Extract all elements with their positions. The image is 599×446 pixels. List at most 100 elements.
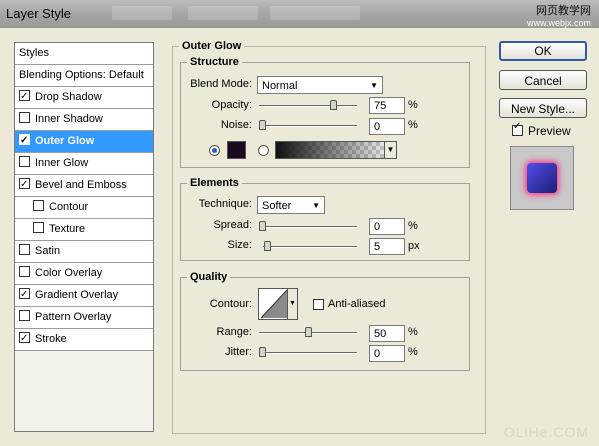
chevron-down-icon[interactable]: ▼	[287, 289, 297, 319]
noise-input[interactable]: 0	[369, 118, 405, 135]
cancel-button[interactable]: Cancel	[499, 70, 587, 90]
contour-picker[interactable]: ▼	[258, 288, 298, 320]
anti-aliased-checkbox[interactable]	[313, 299, 324, 310]
preview-swatch	[527, 163, 557, 193]
layer-style-dialog: Layer Style 网页教学网 www.webjx.com Styles B…	[0, 0, 599, 446]
title-bar-blur	[270, 6, 360, 20]
opacity-input[interactable]: 75	[369, 97, 405, 114]
style-item-label: Stroke	[35, 333, 67, 345]
linear-contour-icon	[260, 289, 288, 319]
style-checkbox[interactable]	[19, 284, 30, 305]
style-checkbox[interactable]	[19, 310, 30, 321]
style-item-label: Bevel and Emboss	[35, 179, 127, 191]
style-item-label: Pattern Overlay	[35, 311, 112, 323]
size-slider-track[interactable]	[263, 246, 357, 248]
style-item-outer-glow[interactable]: Outer Glow	[15, 130, 153, 153]
style-item-contour[interactable]: Contour	[15, 197, 153, 219]
style-checkbox[interactable]	[33, 200, 44, 211]
jitter-unit: %	[408, 346, 418, 358]
opacity-slider-thumb[interactable]	[329, 100, 337, 110]
size-input[interactable]: 5	[369, 238, 405, 255]
style-checkbox[interactable]	[19, 244, 30, 255]
new-style-button[interactable]: New Style...	[499, 98, 587, 118]
style-item-label: Inner Shadow	[35, 113, 103, 125]
technique-label: Technique:	[198, 198, 252, 210]
blending-options-row[interactable]: Blending Options: Default	[15, 65, 153, 87]
spread-input[interactable]: 0	[369, 218, 405, 235]
style-item-inner-glow[interactable]: Inner Glow	[15, 153, 153, 175]
style-checkbox[interactable]	[19, 266, 30, 277]
range-slider-thumb[interactable]	[305, 327, 312, 337]
style-item-satin[interactable]: Satin	[15, 241, 153, 263]
noise-label: Noise:	[220, 119, 252, 131]
opacity-unit: %	[408, 99, 418, 111]
structure-title: Structure	[187, 56, 242, 68]
glow-color-swatch[interactable]	[227, 141, 246, 159]
title-bar: Layer Style 网页教学网 www.webjx.com	[0, 0, 599, 28]
range-label: Range:	[216, 326, 252, 338]
chevron-down-icon: ▼	[370, 81, 378, 90]
technique-select[interactable]: Softer ▼	[257, 196, 325, 214]
spread-slider-track[interactable]	[259, 226, 357, 228]
gradient-radio[interactable]	[258, 145, 269, 156]
chevron-down-icon: ▼	[312, 201, 320, 210]
style-item-color-overlay[interactable]: Color Overlay	[15, 263, 153, 285]
window-title: Layer Style	[6, 6, 72, 21]
elements-title: Elements	[187, 177, 242, 189]
opacity-slider-track[interactable]	[259, 105, 357, 107]
ok-button[interactable]: OK	[499, 41, 587, 61]
style-checkbox[interactable]	[19, 328, 30, 349]
style-item-label: Inner Glow	[35, 157, 89, 169]
gradient-picker[interactable]: ▼	[275, 141, 397, 159]
style-checkbox[interactable]	[33, 222, 44, 233]
style-item-inner-shadow[interactable]: Inner Shadow	[15, 109, 153, 131]
styles-header[interactable]: Styles	[15, 43, 153, 65]
watermark-bottom: OLiHe.COM	[503, 424, 589, 440]
range-input[interactable]: 50	[369, 325, 405, 342]
solid-color-radio[interactable]	[209, 145, 220, 156]
style-item-stroke[interactable]: Stroke	[15, 328, 153, 351]
style-checkbox[interactable]	[19, 156, 30, 167]
blend-mode-select[interactable]: Normal ▼	[257, 76, 383, 94]
range-unit: %	[408, 326, 418, 338]
style-item-texture[interactable]: Texture	[15, 219, 153, 241]
jitter-input[interactable]: 0	[369, 345, 405, 362]
style-checkbox[interactable]	[19, 112, 30, 123]
preview-checkbox[interactable]	[512, 121, 523, 136]
style-item-label: Outer Glow	[35, 135, 95, 147]
style-item-label: Texture	[49, 223, 86, 235]
style-item-bevel-and-emboss[interactable]: Bevel and Emboss	[15, 174, 153, 197]
style-item-gradient-overlay[interactable]: Gradient Overlay	[15, 284, 153, 307]
blend-mode-value: Normal	[262, 80, 298, 92]
style-item-label: Contour	[49, 201, 89, 213]
outer-glow-title: Outer Glow	[179, 40, 245, 52]
opacity-label: Opacity:	[211, 99, 252, 111]
jitter-slider-track[interactable]	[259, 352, 357, 354]
spread-slider-thumb[interactable]	[259, 221, 266, 231]
noise-slider-thumb[interactable]	[259, 120, 266, 130]
style-checkbox[interactable]	[19, 130, 30, 151]
style-item-label: Color Overlay	[35, 267, 103, 279]
jitter-label: Jitter:	[225, 346, 252, 358]
styles-list: Styles Blending Options: Default Drop Sh…	[14, 42, 154, 432]
anti-aliased-label: Anti-aliased	[328, 298, 386, 310]
style-item-drop-shadow[interactable]: Drop Shadow	[15, 86, 153, 109]
size-slider-thumb[interactable]	[263, 241, 271, 251]
style-item-pattern-overlay[interactable]: Pattern Overlay	[15, 307, 153, 329]
technique-value: Softer	[262, 200, 292, 212]
style-checkbox[interactable]	[19, 86, 30, 107]
style-item-label: Drop Shadow	[35, 91, 102, 103]
size-label: Size:	[227, 239, 252, 251]
style-checkbox[interactable]	[19, 174, 30, 195]
noise-unit: %	[408, 119, 418, 131]
jitter-slider-thumb[interactable]	[259, 347, 266, 357]
quality-title: Quality	[187, 271, 231, 283]
preview-thumbnail	[510, 146, 574, 210]
noise-slider-track[interactable]	[259, 125, 357, 127]
size-unit: px	[408, 240, 420, 252]
spread-unit: %	[408, 220, 418, 232]
chevron-down-icon[interactable]: ▼	[384, 142, 396, 158]
style-item-label: Gradient Overlay	[35, 289, 119, 301]
style-item-label: Satin	[35, 245, 61, 257]
watermark-top: 网页教学网 www.webjx.com	[527, 5, 591, 29]
